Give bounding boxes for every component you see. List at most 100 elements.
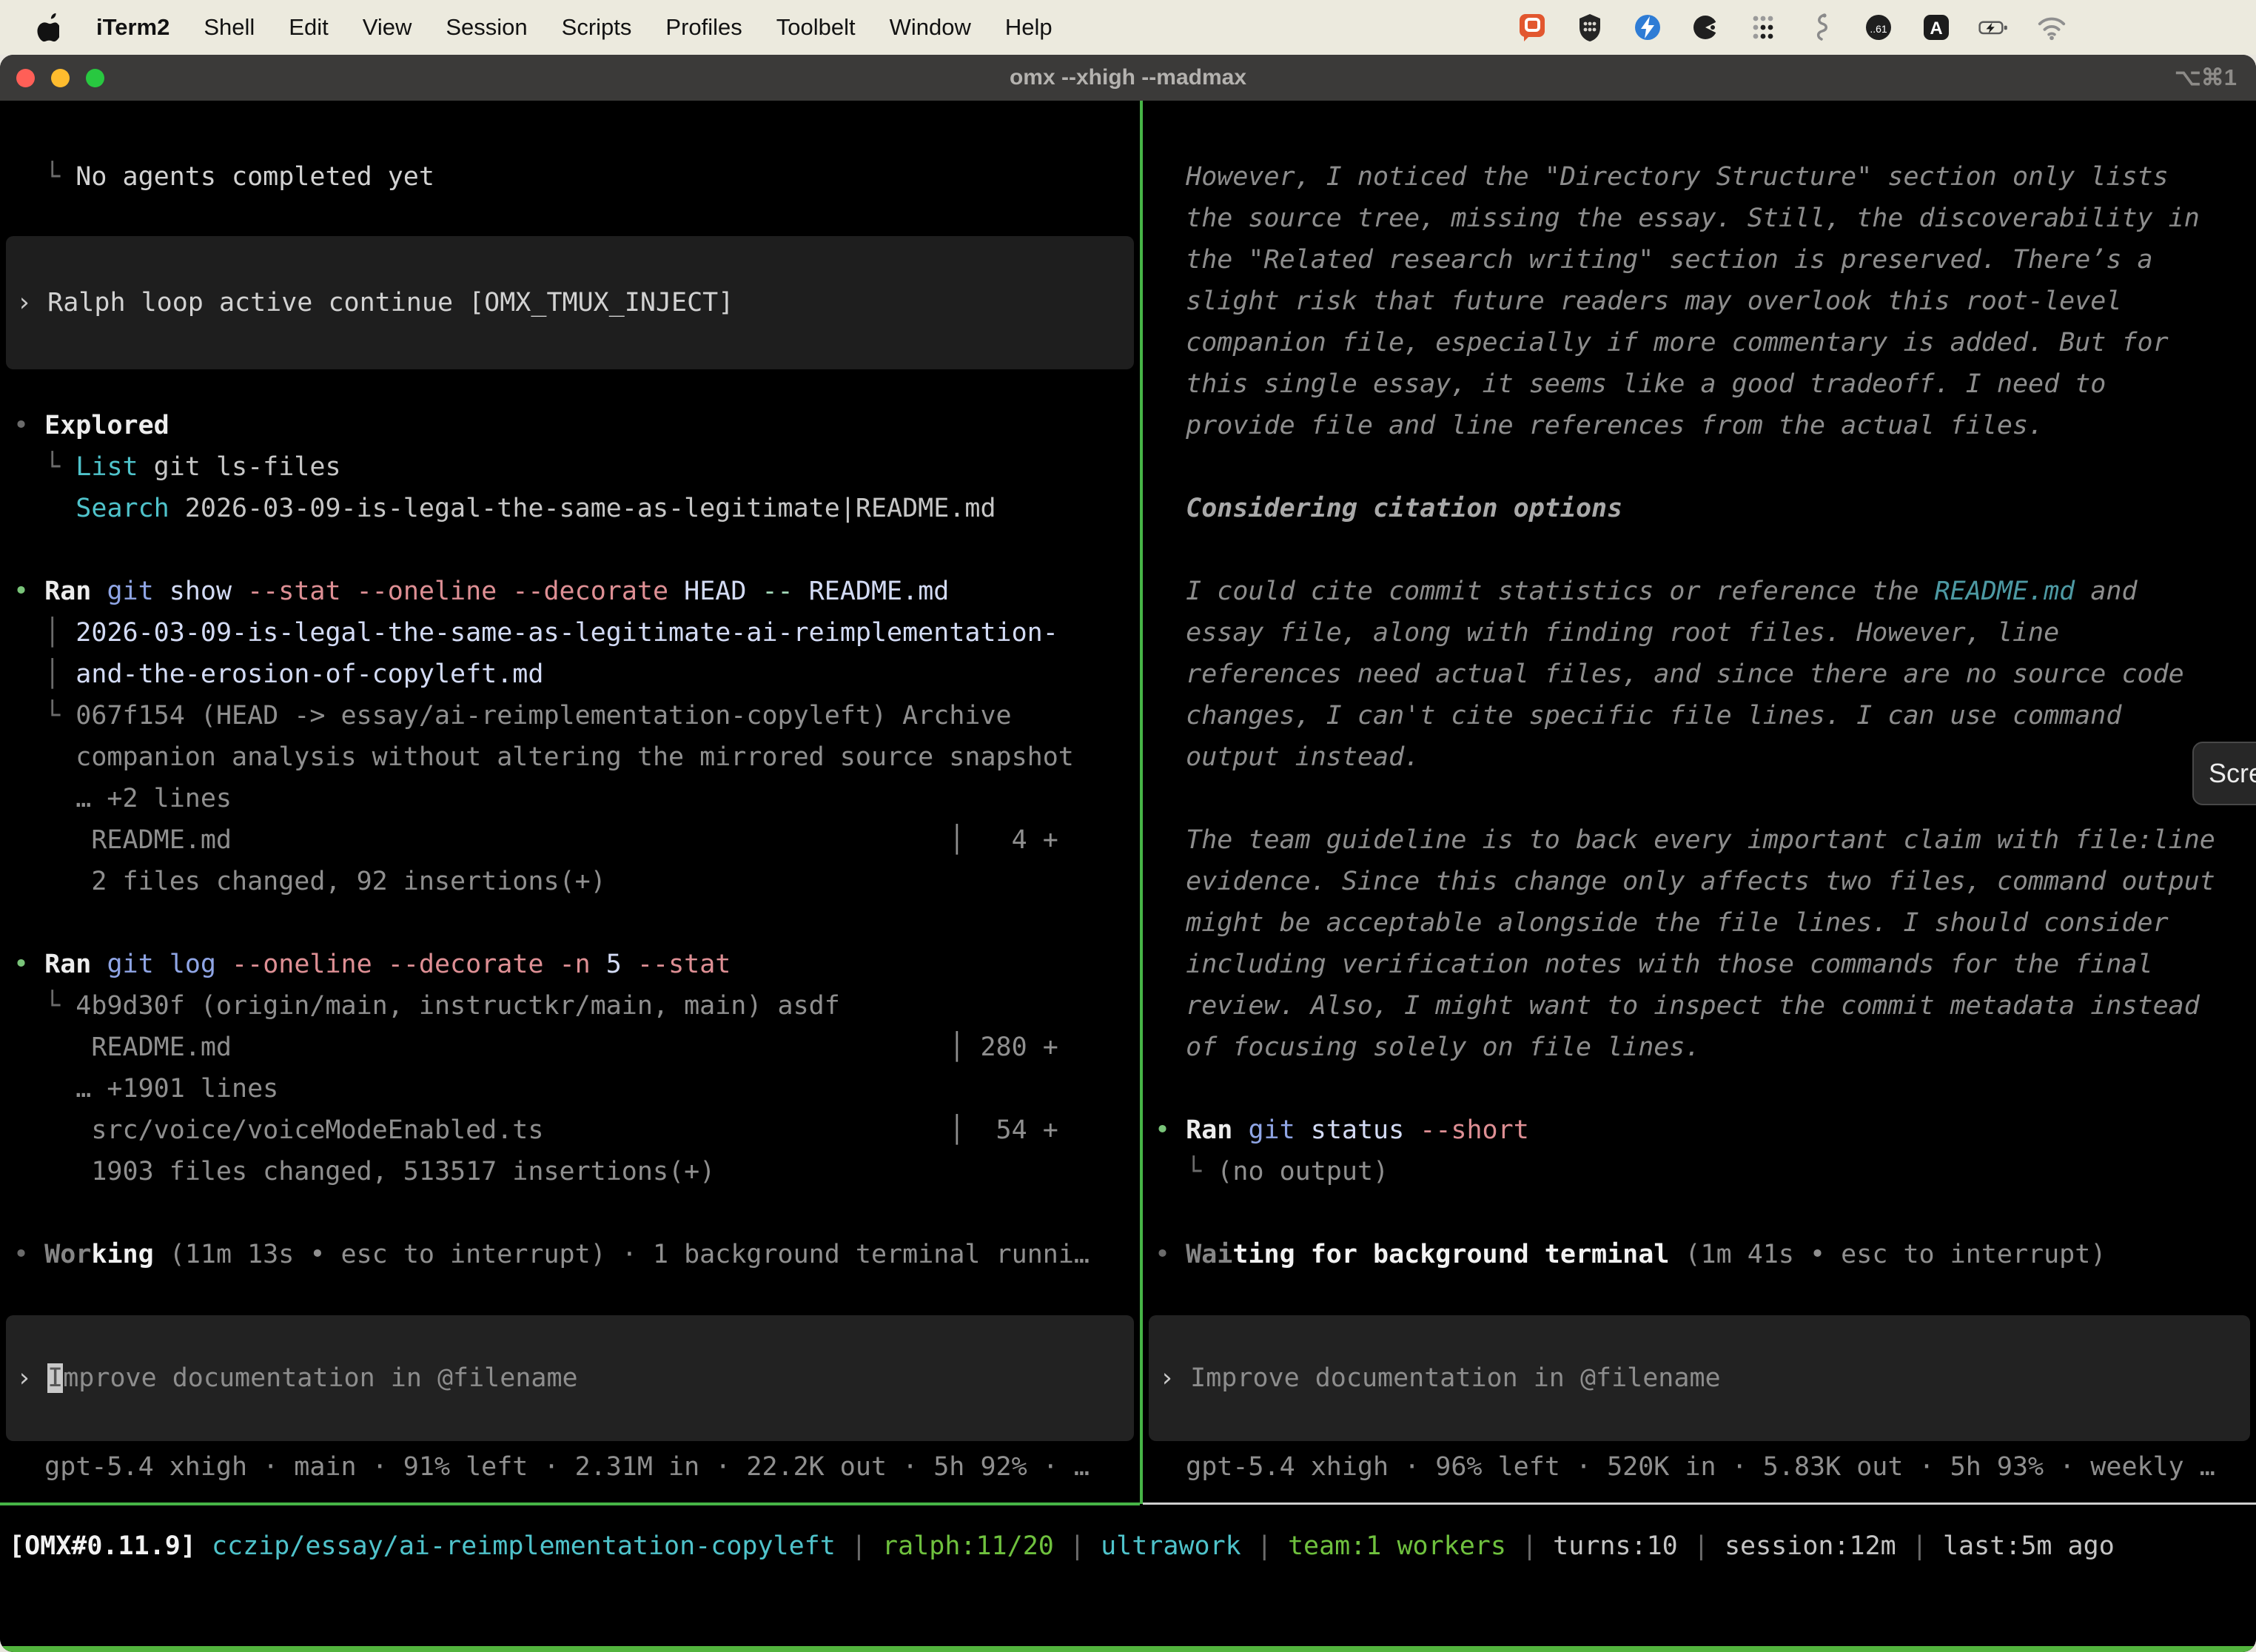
screen-overlay-label: Scre bbox=[2209, 758, 2256, 789]
menu-item-shell[interactable]: Shell bbox=[204, 14, 255, 41]
text-segment: slight risk that future readers may over… bbox=[1155, 286, 2121, 316]
text-segment: › bbox=[16, 288, 47, 318]
text-segment: provide file and line references from th… bbox=[1155, 411, 2044, 440]
terminal-line: output instead. bbox=[1155, 736, 2256, 778]
dots-grid-icon[interactable] bbox=[1748, 12, 1779, 43]
text-segment: --stat bbox=[637, 950, 731, 979]
terminal-line: might be acceptable alongside the file l… bbox=[1155, 902, 2256, 944]
squiggle-icon[interactable] bbox=[1805, 12, 1836, 43]
text-segment: | bbox=[1896, 1531, 1943, 1561]
terminal-line: essay file, along with finding root file… bbox=[1155, 612, 2256, 654]
text-segment: 2026-03-09-is-legal-the-same-as-legitima… bbox=[169, 494, 996, 523]
text-segment: └ bbox=[13, 701, 75, 731]
menu-item-profiles[interactable]: Profiles bbox=[665, 14, 742, 41]
text-segment: 067f154 (HEAD -> essay/ai-reimplementati… bbox=[75, 701, 1011, 731]
text-segment: output instead. bbox=[1155, 742, 1420, 772]
menu-item-help[interactable]: Help bbox=[1005, 14, 1053, 41]
text-segment: • bbox=[13, 1240, 44, 1269]
shield-app-icon[interactable] bbox=[1574, 12, 1605, 43]
text-segment: gpt-5.4 xhigh · 96% left · 520K in · 5.8… bbox=[1155, 1452, 2215, 1482]
terminal-line: slight risk that future readers may over… bbox=[1155, 281, 2256, 322]
screen-overlay-chip[interactable]: Scre bbox=[2192, 742, 2256, 805]
terminal-line: evidence. Since this change only affects… bbox=[1155, 861, 2256, 902]
text-segment: (1m 41s • esc to interrupt) bbox=[1669, 1240, 2106, 1269]
text-segment: HEAD bbox=[684, 577, 762, 606]
menu-item-app[interactable]: iTerm2 bbox=[96, 14, 169, 41]
menu-item-scripts[interactable]: Scripts bbox=[562, 14, 632, 41]
text-segment: • bbox=[1155, 1240, 1186, 1269]
text-segment: | bbox=[836, 1531, 882, 1561]
text-segment: evidence. Since this change only affects… bbox=[1155, 867, 2215, 896]
battery-icon[interactable] bbox=[1978, 12, 2010, 43]
terminal-line: provide file and line references from th… bbox=[1155, 405, 2256, 446]
text-segment: this single essay, it seems like a good … bbox=[1155, 369, 2106, 399]
text-segment: Wai bbox=[1186, 1240, 1232, 1269]
text-segment: including verification notes with those … bbox=[1155, 950, 2153, 979]
text-segment: the source tree, missing the essay. Stil… bbox=[1155, 204, 2200, 233]
apple-menu-icon[interactable] bbox=[31, 12, 62, 43]
wifi-icon[interactable] bbox=[2036, 12, 2067, 43]
text-segment: 1903 files changed, 513517 insertions(+) bbox=[13, 1157, 715, 1186]
text-segment: gpt-5.4 xhigh · main · 91% left · 2.31M … bbox=[13, 1452, 1090, 1482]
text-segment: Explored bbox=[44, 411, 169, 440]
text-segment: essay file, along with finding root file… bbox=[1155, 618, 2059, 648]
text-segment: --short bbox=[1420, 1115, 1529, 1145]
text-segment: cczip/essay/ai-reimplementation-copyleft bbox=[212, 1531, 836, 1561]
terminal-line: … +1901 lines bbox=[13, 1068, 1140, 1109]
prompt-input-right[interactable]: › Improve documentation in @filename bbox=[1149, 1315, 2250, 1441]
terminal-line: └ No agents completed yet bbox=[13, 156, 1140, 198]
text-segment: Ralph loop active continue [OMX_TMUX_INJ… bbox=[47, 288, 733, 318]
text-segment: README.md bbox=[809, 577, 950, 606]
terminal-line: changes, I can't cite specific file line… bbox=[1155, 695, 2256, 736]
ralph-inject-box: › Ralph loop active continue [OMX_TMUX_I… bbox=[6, 236, 1134, 369]
bolt-app-icon[interactable] bbox=[1632, 12, 1663, 43]
text-segment: might be acceptable alongside the file l… bbox=[1155, 908, 2169, 938]
menu-item-toolbelt[interactable]: Toolbelt bbox=[776, 14, 856, 41]
text-segment: └ bbox=[13, 162, 75, 192]
terminal-line: this single essay, it seems like a good … bbox=[1155, 363, 2256, 405]
menu-item-window[interactable]: Window bbox=[890, 14, 971, 41]
badge-61-icon[interactable]: ..61 bbox=[1863, 12, 1894, 43]
text-segment: references need actual files, and since … bbox=[1155, 659, 2184, 689]
text-segment: changes, I can't cite specific file line… bbox=[1155, 701, 2121, 731]
text-segment: … +2 lines bbox=[13, 784, 232, 813]
terminal-line: • Ran git show --stat --oneline --decora… bbox=[13, 571, 1140, 612]
text-segment: │ bbox=[13, 618, 75, 648]
text-segment: | bbox=[1678, 1531, 1725, 1561]
text-segment: • bbox=[13, 411, 44, 440]
pacman-app-icon[interactable] bbox=[1690, 12, 1721, 43]
model-status-left: gpt-5.4 xhigh · main · 91% left · 2.31M … bbox=[13, 1446, 1090, 1488]
text-segment: The team guideline is to back every impo… bbox=[1155, 825, 2215, 855]
text-segment: last:5m ago bbox=[1943, 1531, 2115, 1561]
menu-item-session[interactable]: Session bbox=[446, 14, 527, 41]
pane-divider[interactable] bbox=[1140, 101, 1143, 1504]
terminal-line: Considering citation options bbox=[1155, 488, 2256, 529]
text-segment: git bbox=[107, 577, 169, 606]
text-segment: List bbox=[75, 452, 138, 482]
text-segment: --stat --oneline --decorate bbox=[247, 577, 684, 606]
text-segment: companion analysis without altering the … bbox=[13, 742, 1074, 772]
text-segment: --oneline --decorate bbox=[232, 950, 560, 979]
text-segment: of focusing solely on file lines. bbox=[1155, 1032, 1701, 1062]
terminal-line: │ 2026-03-09-is-legal-the-same-as-legiti… bbox=[13, 612, 1140, 654]
terminal-line bbox=[13, 1192, 1140, 1234]
text-segment: status bbox=[1311, 1115, 1420, 1145]
text-segment: Ran bbox=[1186, 1115, 1248, 1145]
menu-item-view[interactable]: View bbox=[363, 14, 412, 41]
terminal-line: src/voice/voiceModeEnabled.ts │ 54 + bbox=[13, 1109, 1140, 1151]
terminal-line: └ 067f154 (HEAD -> essay/ai-reimplementa… bbox=[13, 695, 1140, 736]
prompt-input-left[interactable]: › Improve documentation in @filename bbox=[6, 1315, 1134, 1441]
terminal-line: However, I noticed the "Directory Struct… bbox=[1155, 156, 2256, 198]
text-segment: | bbox=[1506, 1531, 1553, 1561]
text-segment: No agents completed yet bbox=[75, 162, 434, 192]
zoom-button[interactable] bbox=[86, 69, 104, 87]
menu-item-edit[interactable]: Edit bbox=[289, 14, 328, 41]
text-segment: 2 files changed, 92 insertions(+) bbox=[13, 867, 606, 896]
chat-app-icon[interactable] bbox=[1517, 12, 1548, 43]
minimize-button[interactable] bbox=[51, 69, 70, 87]
text-segment: › bbox=[1159, 1363, 1190, 1393]
close-button[interactable] bbox=[16, 69, 35, 87]
terminal-line: • Waiting for background terminal (1m 41… bbox=[1155, 1234, 2256, 1275]
a-app-icon[interactable]: A bbox=[1921, 12, 1952, 43]
tmux-status-bar: [omx-cczip0:bash* "MacBook-Pro-44.local"… bbox=[0, 1646, 2256, 1652]
